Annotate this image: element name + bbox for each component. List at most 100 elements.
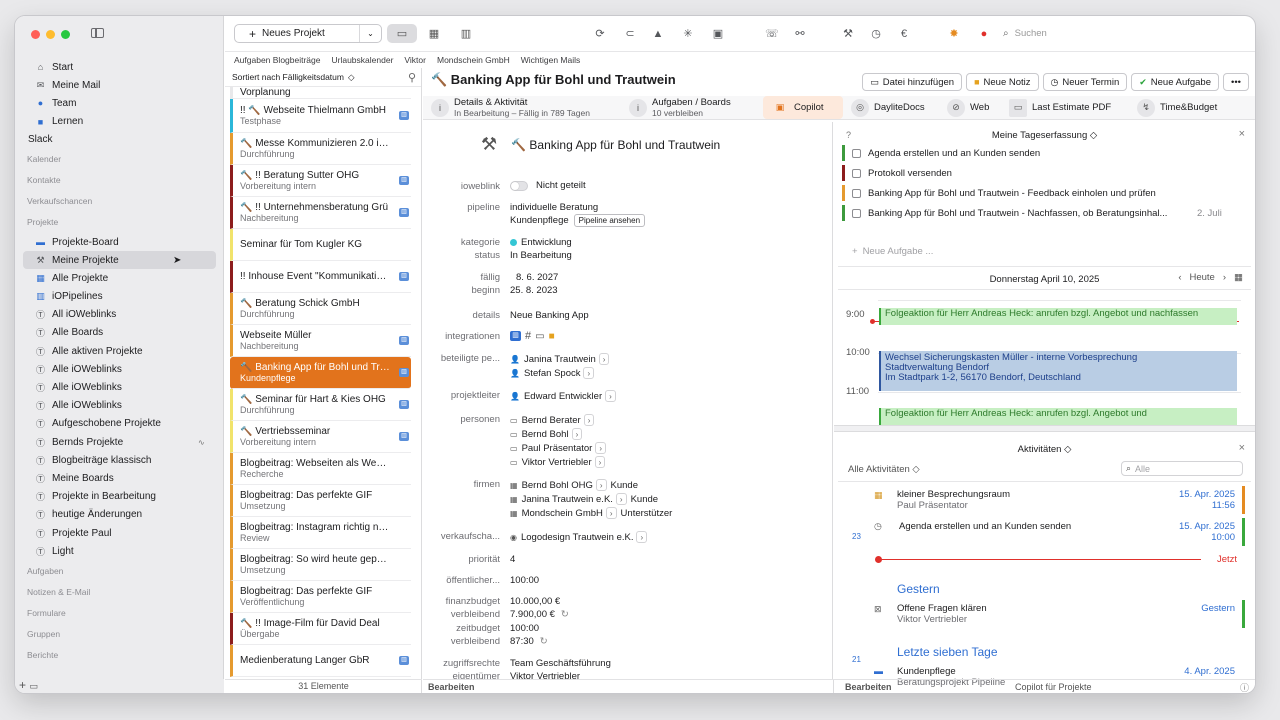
list-item[interactable]: Blogbeitrag: So wird heute gepostet Umset…: [230, 549, 411, 581]
sidebar-item-alle-ioweblinks-3[interactable]: Ⓣ Alle iOWeblinks: [23, 397, 216, 415]
sidebar-item-mail[interactable]: ✉ Meine Mail: [23, 76, 216, 94]
sidebar-item-alle-ioweblinks-1[interactable]: Ⓣ Alle iOWeblinks: [23, 360, 216, 378]
chevron-right-icon[interactable]: ›: [615, 493, 627, 505]
list-item[interactable]: 🔨 Vertriebsseminar Vorbereitung intern ▥: [230, 421, 411, 453]
sidebar-item-alle-ioweblinks-2[interactable]: Ⓣ Alle iOWeblinks: [23, 378, 216, 396]
calendar-event[interactable]: Folgeaktion für Herr Andreas Heck: anruf…: [879, 408, 1237, 425]
graduation-cap-icon[interactable]: ▲: [649, 26, 667, 42]
finance-budget[interactable]: 10.000,00 €: [510, 596, 560, 607]
chevron-right-icon[interactable]: ›: [598, 353, 610, 365]
calendar-event[interactable]: Folgeaktion für Herr Andreas Heck: anruf…: [879, 308, 1237, 325]
tab-timebudget[interactable]: ↯ Time&Budget: [1137, 96, 1217, 119]
section-kontakte[interactable]: Kontakte: [23, 170, 216, 191]
new-note-button[interactable]: ■ Neue Notiz: [966, 73, 1039, 91]
phone-icon[interactable]: ☏: [763, 26, 781, 42]
list-item[interactable]: Webseite Müller Nachbereitung ▥: [230, 325, 411, 357]
chevron-right-icon[interactable]: ›: [636, 531, 648, 543]
list-item[interactable]: 🔨 !! Beratung Sutter OHG Vorbereitung int…: [230, 165, 411, 197]
person-entry[interactable]: ▭ Paul Präsentator ›: [510, 442, 606, 454]
refresh-icon[interactable]: ↻: [540, 636, 548, 647]
chevron-right-icon[interactable]: ›: [571, 428, 583, 440]
chevron-left-icon[interactable]: ‹: [1178, 272, 1181, 283]
chevron-right-icon[interactable]: ›: [605, 390, 616, 402]
close-icon[interactable]: ×: [1239, 442, 1245, 454]
add-file-button[interactable]: ▭ Datei hinzufügen: [862, 73, 963, 91]
company-entry[interactable]: ▦ Bernd Bohl OHG › Kunde: [510, 479, 638, 491]
tab-copilot[interactable]: ▣ Copilot: [763, 96, 843, 119]
view-pipeline-button[interactable]: Pipeline ansehen: [573, 214, 646, 227]
filter-icon[interactable]: ⚲: [408, 71, 416, 84]
today-button[interactable]: Heute: [1189, 272, 1214, 283]
sidebar-item-bernds-projekte[interactable]: Ⓣ Bernds Projekte ∿: [23, 433, 216, 451]
list-item[interactable]: Blogbeitrag: Webseiten als Wegweise...Re…: [230, 453, 411, 485]
minimize-window-button[interactable]: [46, 30, 55, 39]
person-entry[interactable]: ▭ Bernd Bohl ›: [510, 428, 583, 440]
sidebar-item-slack[interactable]: Slack: [23, 131, 216, 149]
task-checkbox[interactable]: [852, 168, 861, 178]
favorite-link[interactable]: Aufgaben Blogbeiträge: [234, 55, 321, 65]
edit-button[interactable]: Bearbeiten: [428, 682, 475, 692]
company-entry[interactable]: ▦ Mondschein GmbH › Unterstützer: [510, 507, 672, 519]
section-verkaufschancen[interactable]: Verkaufschancen: [23, 191, 216, 212]
chevron-right-icon[interactable]: ›: [594, 456, 606, 468]
chevron-right-icon[interactable]: ›: [595, 479, 607, 491]
add-icon[interactable]: +: [19, 678, 26, 692]
sidebar-item-start[interactable]: ⌂ Start: [23, 58, 216, 76]
participant[interactable]: 👤 Stefan Spock ›: [510, 367, 595, 379]
board-view-button[interactable]: ▥: [451, 24, 481, 43]
section-aufgaben[interactable]: Aufgaben: [23, 560, 216, 581]
person-entry[interactable]: ▭ Bernd Berater ›: [510, 414, 595, 426]
chevron-right-icon[interactable]: ›: [1223, 272, 1226, 283]
sidebar-item-lernen[interactable]: ■ Lernen: [23, 113, 216, 131]
favorite-link[interactable]: Urlaubskalender: [332, 55, 394, 65]
panel-divider[interactable]: [834, 425, 1255, 432]
access-value[interactable]: Team Geschäftsführung: [510, 658, 611, 669]
task-checkbox[interactable]: [852, 208, 861, 218]
person-entry[interactable]: ▭ Viktor Vertriebler ›: [510, 456, 606, 468]
activity-row[interactable]: ▦ kleiner Besprechungsraum Paul Präsenta…: [834, 484, 1255, 514]
list-item[interactable]: Blogbeitrag: Das perfekte GIF Umsetzung: [230, 485, 411, 517]
category-value[interactable]: Entwicklung: [510, 237, 572, 248]
ioweblink-field[interactable]: Nicht geteilt: [510, 180, 586, 191]
favorite-link[interactable]: Mondschein GmbH: [437, 55, 510, 65]
section-projekte[interactable]: Projekte: [23, 212, 216, 233]
sidebar-item-iopipelines[interactable]: ▥ iOPipelines: [23, 288, 216, 306]
start-date[interactable]: 25. 8. 2023: [510, 285, 558, 296]
activity-row[interactable]: ⊠ Offene Fragen klären Viktor Vertrieble…: [834, 598, 1255, 630]
activity-search[interactable]: ⌕ Alle: [1121, 461, 1243, 476]
activity-row[interactable]: ◷ Agenda erstellen und an Kunden senden …: [834, 516, 1255, 548]
project-lead[interactable]: 👤 Edward Entwickler ›: [510, 390, 616, 402]
sidebar-item-heutige[interactable]: Ⓣheutige Änderungen: [23, 506, 216, 524]
list-item[interactable]: Vorplanung: [230, 87, 411, 99]
refresh-icon[interactable]: ↻: [561, 609, 569, 620]
tab-web[interactable]: ⊘ Web: [947, 96, 989, 119]
sidebar-item-projekte-board[interactable]: ▬ Projekte-Board: [23, 233, 216, 251]
sidebar-item-team[interactable]: ● Team: [23, 94, 216, 112]
slack-icon[interactable]: #: [525, 330, 531, 342]
time-budget[interactable]: 100:00: [510, 623, 539, 634]
favorite-link[interactable]: Viktor: [404, 55, 426, 65]
tools-icon[interactable]: ⚒: [839, 26, 857, 42]
sidebar-item-alle-projekte[interactable]: ▦ Alle Projekte: [23, 269, 216, 287]
link-icon[interactable]: ⊂: [621, 26, 639, 42]
section-notizen[interactable]: Notizen & E-Mail: [23, 581, 216, 602]
table-view-button[interactable]: ▦: [419, 24, 449, 43]
calendar-icon[interactable]: ▦: [1234, 272, 1243, 283]
list-item[interactable]: !! Inhouse Event "Kommunikation... ▥: [230, 261, 411, 293]
tab-estimate[interactable]: ▭ Last Estimate PDF: [1009, 96, 1111, 119]
sidebar-item-light[interactable]: Ⓣ Light: [23, 542, 216, 560]
zoom-window-button[interactable]: [61, 30, 70, 39]
pipeline-value[interactable]: individuelle Beratung: [510, 202, 598, 213]
workflow-icon[interactable]: ⚯: [791, 26, 809, 42]
tab-tasks[interactable]: i Aufgaben / Boards 10 verbleiben: [629, 96, 731, 119]
notification-icon[interactable]: ✸: [945, 26, 963, 42]
task-row[interactable]: Banking App für Bohl und Trautwein - Fee…: [842, 185, 1242, 201]
list-item[interactable]: Medienberatung Langer GbR ▥: [230, 645, 411, 677]
chevron-down-icon[interactable]: ⌄: [359, 25, 381, 42]
participant[interactable]: 👤 Janina Trautwein ›: [510, 353, 610, 365]
folder-icon[interactable]: ■: [549, 331, 555, 342]
sidebar-toggle-icon[interactable]: [91, 28, 104, 38]
calendar-small-icon[interactable]: ▭: [29, 681, 38, 691]
help-icon[interactable]: ⓘ: [1240, 681, 1249, 693]
new-appointment-button[interactable]: ◷ Neuer Termin: [1042, 73, 1128, 91]
